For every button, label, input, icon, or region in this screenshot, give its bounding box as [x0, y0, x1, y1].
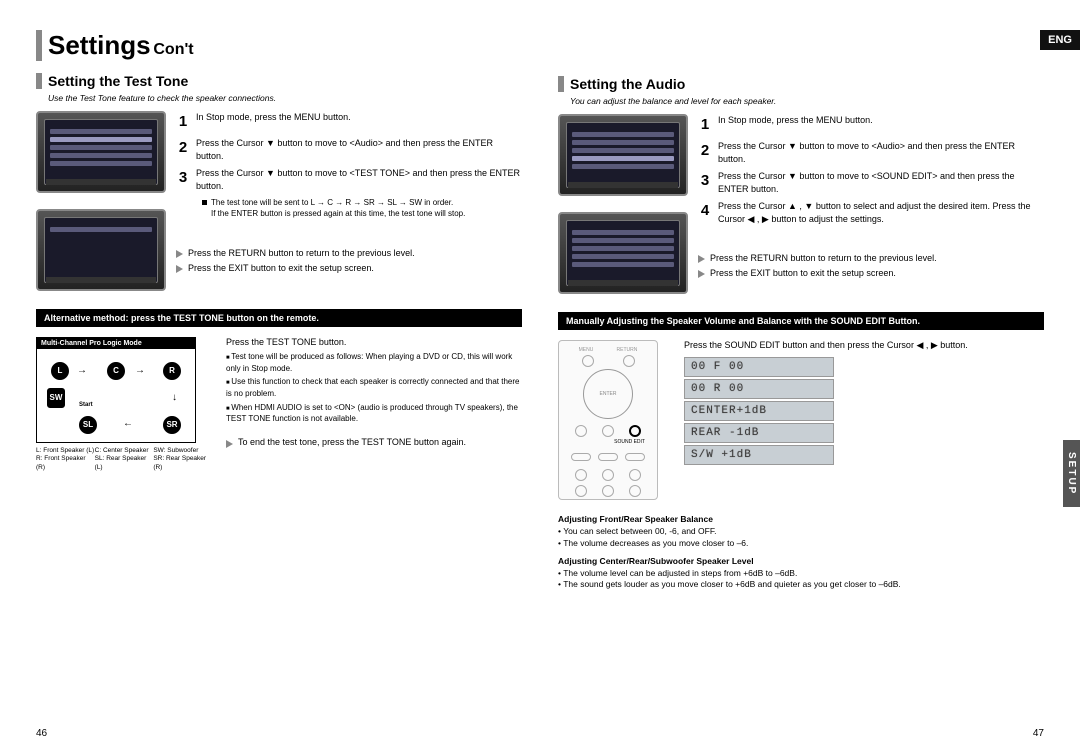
step-number: 1: [176, 111, 190, 133]
page-right: ENG SETUP Setting the Audio You can adju…: [540, 0, 1080, 753]
section-audio: Setting the Audio: [558, 76, 1044, 92]
steps-list: 1In Stop mode, press the MENU button. 2P…: [176, 111, 522, 291]
section-intro: Use the Test Tone feature to check the s…: [48, 93, 522, 103]
triangle-icon: [176, 265, 183, 273]
alt-method-band: Alternative method: press the TEST TONE …: [36, 309, 522, 327]
step-text: Press the Cursor ▼ button to move to <Au…: [718, 140, 1044, 166]
step-text: In Stop mode, press the MENU button.: [718, 114, 873, 136]
speaker-l-icon: L: [51, 362, 69, 380]
test-tone-notes: Test tone will be produced as follows: W…: [226, 351, 522, 425]
remote-button: [575, 485, 587, 497]
bullet-text: Press the EXIT button to exit the setup …: [188, 262, 374, 275]
diagram-start-label: Start: [79, 402, 93, 408]
remote-button: [582, 355, 594, 367]
square-bullet-icon: [202, 200, 207, 205]
step-text: Press the Cursor ▼ button to move to <Au…: [196, 137, 522, 163]
adjust-front-rear: Adjusting Front/Rear Speaker Balance • Y…: [558, 514, 1044, 550]
triangle-icon: [176, 250, 183, 258]
sound-edit-label: SOUND EDIT: [614, 439, 645, 445]
remote-button: [575, 469, 587, 481]
speaker-sr-icon: SR: [163, 416, 181, 434]
step-number: 3: [176, 167, 190, 193]
remote-button: [598, 453, 618, 461]
remote-button: [629, 469, 641, 481]
note-text: If the ENTER button is pressed again at …: [211, 208, 522, 219]
step-number: 3: [698, 170, 712, 196]
remote-button: [602, 469, 614, 481]
steps-list: 1In Stop mode, press the MENU button. 2P…: [698, 114, 1044, 294]
end-test-tone: To end the test tone, press the TEST TON…: [238, 437, 466, 447]
title-main: Settings: [48, 30, 151, 60]
bullet-text: Press the RETURN button to return to the…: [710, 252, 937, 265]
screenshot-audio-menu: [36, 111, 166, 193]
step-text: Press the Cursor ▲ , ▼ button to select …: [718, 200, 1044, 226]
press-sound-edit: Press the SOUND EDIT button and then pre…: [684, 340, 1044, 351]
remote-button: [602, 485, 614, 497]
step-text: In Stop mode, press the MENU button.: [196, 111, 351, 133]
lcd-line: S/W +1dB: [684, 445, 834, 465]
remote-diagram: MENURETURN SOUND EDIT: [558, 340, 658, 500]
triangle-icon: [226, 440, 233, 448]
remote-button: [571, 453, 591, 461]
speaker-sw-icon: SW: [47, 388, 65, 408]
speaker-diagram: Multi-Channel Pro Logic Mode L C R SW SL…: [36, 337, 196, 443]
lcd-display-stack: 00 F 00 00 R 00 CENTER+1dB REAR -1dB S/W…: [684, 357, 1044, 465]
sound-edit-button: [629, 425, 641, 437]
screenshot-test-tone: [36, 209, 166, 291]
press-test-tone: Press the TEST TONE button.: [226, 337, 522, 347]
step-number: 4: [698, 200, 712, 226]
speaker-sl-icon: SL: [79, 416, 97, 434]
lcd-line: 00 F 00: [684, 357, 834, 377]
speaker-c-icon: C: [107, 362, 125, 380]
remote-button: [602, 425, 614, 437]
language-tab: ENG: [1040, 30, 1080, 50]
triangle-icon: [698, 255, 705, 263]
remote-button: [629, 485, 641, 497]
remote-button: [625, 453, 645, 461]
section-title: Setting the Test Tone: [48, 73, 188, 89]
setup-side-tab: SETUP: [1063, 440, 1080, 507]
sub-title: Adjusting Center/Rear/Subwoofer Speaker …: [558, 556, 1044, 568]
lcd-line: REAR -1dB: [684, 423, 834, 443]
adjust-center-rear-sub: Adjusting Center/Rear/Subwoofer Speaker …: [558, 556, 1044, 592]
step-text: Press the Cursor ▼ button to move to <TE…: [196, 167, 522, 193]
section-test-tone: Setting the Test Tone: [36, 73, 522, 89]
screenshot-audio-menu: [558, 114, 688, 196]
arrow-icon: →: [135, 365, 145, 376]
step-number: 2: [176, 137, 190, 163]
bullet-text: Press the EXIT button to exit the setup …: [710, 267, 896, 280]
bullet-text: Press the RETURN button to return to the…: [188, 247, 415, 260]
sound-edit-band: Manually Adjusting the Speaker Volume an…: [558, 312, 1044, 330]
step-number: 2: [698, 140, 712, 166]
sub-title: Adjusting Front/Rear Speaker Balance: [558, 514, 1044, 526]
section-bar-icon: [558, 76, 564, 92]
step-number: 1: [698, 114, 712, 136]
lcd-line: 00 R 00: [684, 379, 834, 399]
triangle-icon: [698, 270, 705, 278]
remote-button: [623, 355, 635, 367]
diagram-title: Multi-Channel Pro Logic Mode: [37, 338, 195, 349]
page-number: 47: [1033, 728, 1044, 739]
lcd-line: CENTER+1dB: [684, 401, 834, 421]
page-number: 46: [36, 728, 47, 739]
arrow-icon: ←: [123, 418, 133, 429]
arrow-icon: →: [77, 365, 87, 376]
page-title: Settings Con't: [36, 30, 522, 61]
section-bar-icon: [36, 73, 42, 89]
speaker-legend: L: Front Speaker (L)C: Center SpeakerSW:…: [36, 447, 212, 472]
arrow-icon: ↓: [172, 392, 177, 403]
speaker-r-icon: R: [163, 362, 181, 380]
screenshot-sound-edit: [558, 212, 688, 294]
remote-dpad: [583, 369, 633, 419]
title-sub: Con't: [153, 41, 193, 58]
remote-button: [575, 425, 587, 437]
section-title: Setting the Audio: [570, 76, 685, 92]
step-text: Press the Cursor ▼ button to move to <SO…: [718, 170, 1044, 196]
page-left: Settings Con't Setting the Test Tone Use…: [0, 0, 540, 753]
note-text: The test tone will be sent to L → C → R …: [211, 198, 453, 207]
section-intro: You can adjust the balance and level for…: [570, 96, 1044, 106]
